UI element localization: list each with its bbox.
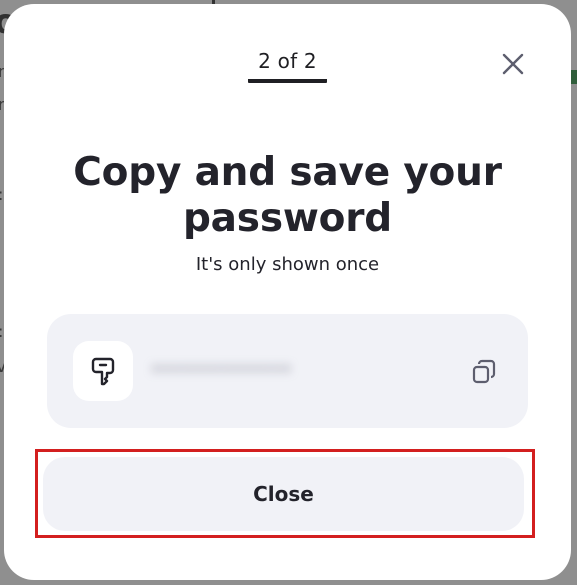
dialog-subtitle: It's only shown once — [195, 254, 380, 275]
key-icon — [91, 357, 115, 386]
close-icon[interactable] — [499, 50, 527, 78]
copy-icon[interactable] — [470, 358, 498, 386]
background-text-fragment: : — [0, 185, 3, 204]
background-text-fragment: : — [0, 322, 3, 341]
step-indicator: 2 of 2 — [4, 49, 571, 83]
step-label: 2 of 2 — [248, 49, 327, 83]
highlight-box — [35, 449, 535, 538]
password-value[interactable]: •••••••••••••• — [151, 358, 311, 382]
background-accent — [571, 70, 577, 84]
dialog-title: Copy and save your password — [73, 150, 502, 241]
password-card: •••••••••••••• — [47, 314, 528, 428]
key-icon-tile — [73, 341, 133, 401]
